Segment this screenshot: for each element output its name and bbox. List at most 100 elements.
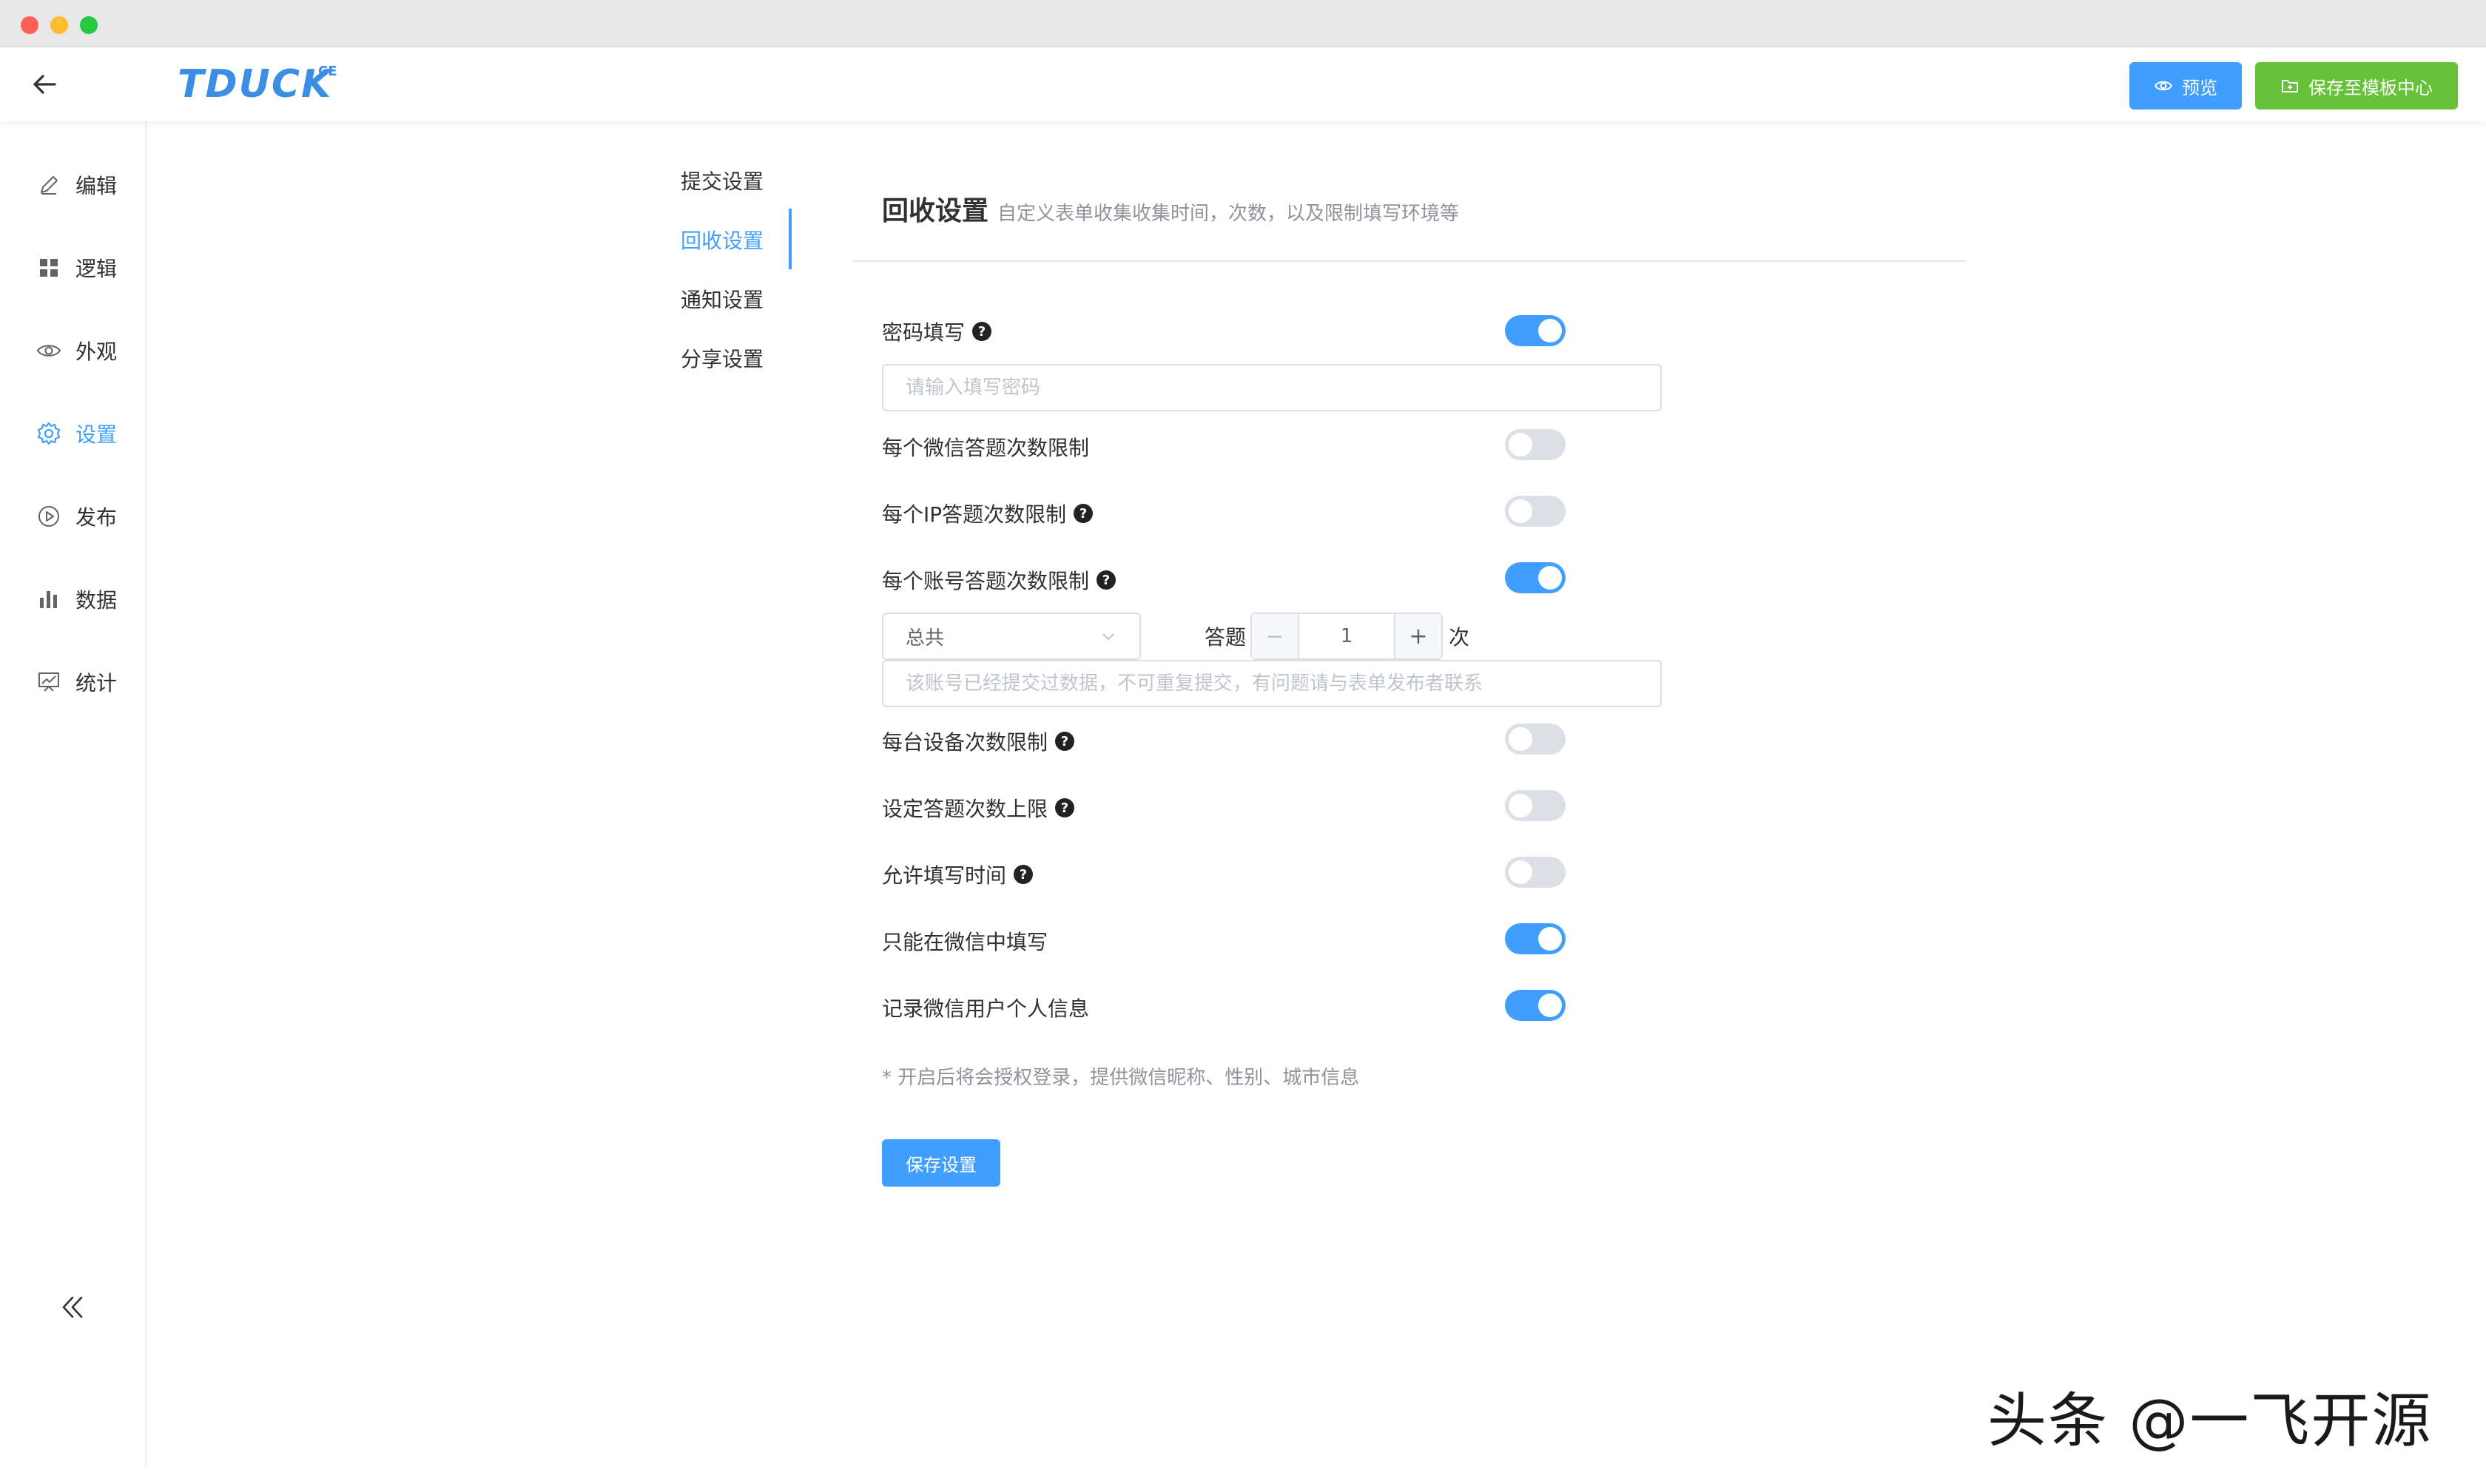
section-divider — [852, 260, 1967, 262]
preview-button[interactable]: 预览 — [2129, 62, 2242, 109]
edit-icon — [41, 176, 58, 195]
device-limit-label: 每台设备次数限制 ? — [882, 726, 1075, 756]
help-icon[interactable]: ? — [1014, 865, 1034, 884]
period-select-value: 总共 — [906, 627, 945, 650]
answer-count-stepper: − 1 + — [1250, 613, 1443, 660]
wechat-only-label: 只能在微信中填写 — [882, 926, 1048, 956]
record-wechat-info-label: 记录微信用户个人信息 — [882, 993, 1089, 1022]
sidebar-item-logic[interactable]: 逻辑 — [36, 247, 117, 289]
sidebar-item-settings[interactable]: 设置 — [36, 413, 117, 454]
times-label: 次 — [1449, 625, 1470, 650]
setting-label-text: 每个IP答题次数限制 — [882, 502, 1067, 527]
toggle-knob — [1509, 727, 1532, 751]
eye-icon — [2154, 81, 2173, 91]
fill-time-toggle[interactable] — [1505, 857, 1566, 888]
decrement-button[interactable]: − — [1252, 614, 1299, 658]
password-input[interactable] — [882, 364, 1662, 411]
setting-label-text: 密码填写 — [882, 320, 966, 345]
toggle-knob — [1509, 794, 1532, 817]
ip-limit-toggle[interactable] — [1505, 496, 1566, 527]
increment-button[interactable]: + — [1394, 614, 1441, 658]
wechat-limit-label: 每个微信答题次数限制 — [882, 432, 1089, 462]
left-sidebar: 编辑 逻辑 外观 设置 发布 数据 统计 — [0, 121, 146, 1468]
setting-label-text: 每个账号答题次数限制 — [882, 569, 1090, 593]
setting-label-text: 设定答题次数上限 — [882, 797, 1048, 821]
record-wechat-info-toggle[interactable] — [1505, 990, 1566, 1021]
bar-chart-icon — [40, 591, 57, 608]
subnav-item-collection[interactable]: 回收设置 — [681, 225, 799, 254]
toggle-knob — [1509, 499, 1532, 523]
period-select[interactable]: 总共 — [882, 613, 1141, 660]
help-icon[interactable]: ? — [1097, 570, 1116, 590]
window-titlebar — [0, 0, 2486, 47]
section-description: 自定义表单收集收集时间，次数，以及限制填写环境等 — [997, 203, 1460, 225]
watermark-text: 头条 @一飞开源 — [1987, 1386, 2433, 1455]
gear-icon — [37, 422, 61, 445]
subnav-item-notification[interactable]: 通知设置 — [681, 284, 799, 314]
sidebar-item-data[interactable]: 数据 — [36, 579, 117, 620]
device-limit-toggle[interactable] — [1505, 724, 1566, 755]
help-icon[interactable]: ? — [1074, 504, 1094, 523]
subnav-item-submit[interactable]: 提交设置 — [681, 166, 799, 195]
subnav-active-indicator — [789, 209, 792, 269]
double-chevron-left-icon — [62, 1296, 83, 1318]
account-limit-label: 每个账号答题次数限制 ? — [882, 565, 1116, 595]
setting-label-text: 每个微信答题次数限制 — [882, 436, 1090, 460]
sidebar-item-label: 发布 — [75, 505, 118, 530]
app-logo-edition: CE — [318, 64, 337, 79]
arrow-left-icon — [33, 75, 56, 94]
help-icon[interactable]: ? — [1055, 732, 1075, 751]
sidebar-item-label: 数据 — [75, 588, 118, 613]
eye-icon — [36, 345, 61, 357]
toggle-knob — [1509, 433, 1532, 456]
toggle-knob — [1538, 927, 1562, 951]
sidebar-item-label: 设置 — [75, 422, 118, 447]
toggle-knob — [1538, 319, 1562, 343]
sidebar-item-label: 逻辑 — [75, 257, 118, 281]
sidebar-item-label: 编辑 — [75, 174, 118, 198]
folder-icon — [2282, 80, 2298, 92]
wechat-info-note: * 开启后将会授权登录，提供微信昵称、性别、城市信息 — [882, 1067, 1360, 1089]
answer-label: 答题 — [1205, 625, 1247, 650]
back-button[interactable] — [27, 67, 62, 102]
setting-label-text: 每台设备次数限制 — [882, 730, 1048, 755]
limit-message-input[interactable] — [882, 660, 1662, 707]
wechat-limit-toggle[interactable] — [1505, 429, 1566, 460]
password-setting-label: 密码填写 ? — [882, 317, 992, 346]
toggle-knob — [1509, 860, 1532, 884]
close-window-button[interactable] — [21, 16, 38, 34]
setting-label-text: 记录微信用户个人信息 — [882, 996, 1090, 1021]
help-icon[interactable]: ? — [1055, 798, 1075, 817]
app-logo: TDUCK — [178, 62, 333, 107]
sidebar-item-label: 外观 — [75, 340, 118, 364]
answer-cap-label: 设定答题次数上限 ? — [882, 793, 1075, 823]
toggle-knob — [1538, 994, 1562, 1017]
answer-count-value[interactable]: 1 — [1299, 614, 1394, 658]
wechat-only-toggle[interactable] — [1505, 923, 1566, 954]
sidebar-item-label: 统计 — [75, 671, 118, 695]
grid-icon — [40, 259, 58, 277]
collapse-sidebar-button[interactable] — [56, 1290, 90, 1324]
help-icon[interactable]: ? — [972, 322, 992, 341]
account-limit-toggle[interactable] — [1505, 562, 1566, 593]
chevron-down-icon — [1102, 633, 1114, 641]
fill-time-label: 允许填写时间 ? — [882, 860, 1034, 889]
sidebar-item-publish[interactable]: 发布 — [36, 496, 117, 537]
sidebar-item-edit[interactable]: 编辑 — [36, 164, 117, 206]
subnav-item-share[interactable]: 分享设置 — [681, 343, 799, 373]
answer-cap-toggle[interactable] — [1505, 790, 1566, 821]
toggle-knob — [1538, 566, 1562, 590]
setting-label-text: 允许填写时间 — [882, 863, 1007, 888]
maximize-window-button[interactable] — [80, 16, 98, 34]
chart-board-icon — [38, 672, 59, 692]
password-toggle[interactable] — [1505, 315, 1566, 346]
play-circle-icon — [38, 506, 59, 527]
ip-limit-label: 每个IP答题次数限制 ? — [882, 499, 1094, 528]
section-header: 回收设置 自定义表单收集收集时间，次数，以及限制填写环境等 — [882, 189, 1459, 228]
app-header: TDUCK CE 预览 保存至模板中心 — [0, 47, 2486, 121]
minimize-window-button[interactable] — [50, 16, 68, 34]
save-settings-button[interactable]: 保存设置 — [882, 1139, 1000, 1187]
save-to-template-button[interactable]: 保存至模板中心 — [2255, 62, 2458, 109]
sidebar-item-appearance[interactable]: 外观 — [36, 330, 117, 371]
sidebar-item-statistics[interactable]: 统计 — [36, 661, 117, 703]
